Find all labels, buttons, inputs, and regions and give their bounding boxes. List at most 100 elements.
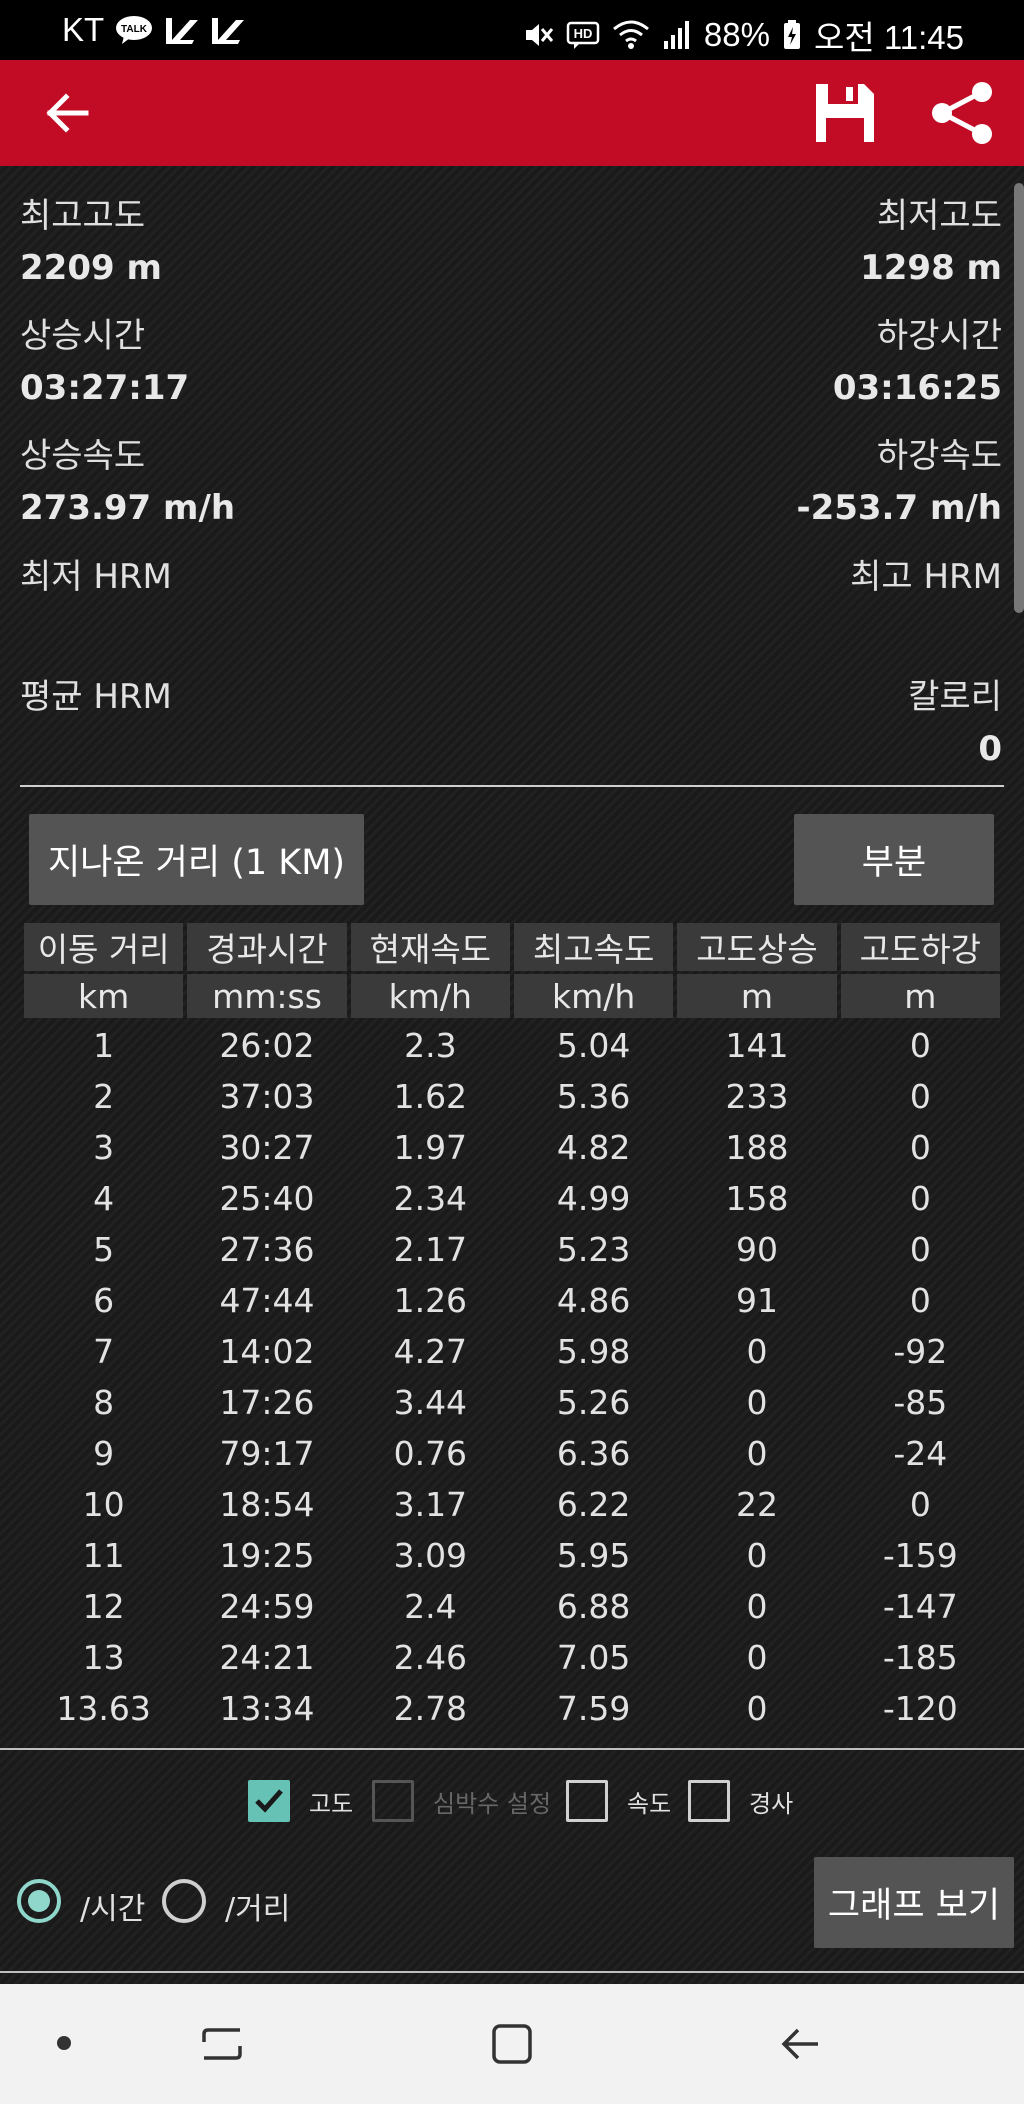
table-cell: 0 (746, 1637, 768, 1677)
table-cell: -159 (882, 1535, 958, 1575)
speed-checkbox-label: 속도 (627, 1790, 672, 1818)
nav-back-button[interactable] (776, 2020, 824, 2072)
avg-hrm-value (20, 723, 172, 775)
table-cell: 5 (93, 1229, 115, 1269)
divider (20, 785, 1004, 787)
table-cell: 1.97 (393, 1127, 468, 1167)
nav-dot-icon (57, 2036, 71, 2050)
table-row: 4 25:40 2.34 4.99 158 0 (24, 1174, 1000, 1222)
table-cell: 3.17 (393, 1484, 468, 1524)
table-cell: 1.26 (393, 1280, 468, 1320)
heart-rate-checkbox[interactable] (372, 1780, 414, 1822)
table-cell: 1.62 (393, 1076, 468, 1116)
table-cell: 91 (735, 1280, 778, 1320)
table-cell: 19:25 (219, 1535, 315, 1575)
table-cell: 6 (93, 1280, 115, 1320)
table-units-row: km mm:ss km/h km/h m m (24, 974, 1000, 1018)
table-cell: 13:34 (219, 1688, 315, 1728)
descent-time-label: 하강시간 (876, 316, 1002, 356)
table-cell: 12 (82, 1586, 125, 1626)
battery-charging-icon (782, 19, 802, 51)
home-button[interactable] (488, 2020, 536, 2072)
table-cell: 3 (93, 1127, 115, 1167)
descent-speed-value: -253.7 m/h (796, 488, 1002, 528)
table-cell: 90 (735, 1229, 778, 1269)
altitude-checkbox-label: 고도 (309, 1790, 354, 1818)
table-cell: 4.82 (556, 1127, 631, 1167)
table-cell: 5.36 (556, 1076, 631, 1116)
signal-icon (662, 19, 692, 51)
table-cell: 0 (746, 1586, 768, 1626)
table-cell: 13 (82, 1637, 125, 1677)
table-cell: 2.4 (404, 1586, 457, 1626)
min-altitude-stat: 최저고도 1298 m (860, 190, 1002, 294)
by-distance-radio-label: /거리 (225, 1892, 291, 1927)
table-cell: 4.99 (556, 1178, 631, 1218)
column-header: 고도상승 (677, 923, 837, 971)
column-header: 고도하강 (840, 923, 1000, 971)
floppy-disk-icon (816, 84, 874, 142)
table-row: 9 79:17 0.76 6.36 0 -24 (24, 1429, 1000, 1477)
column-header: 이동 거리 (24, 923, 184, 971)
table-cell: 6.22 (556, 1484, 631, 1524)
wifi-icon (612, 19, 650, 51)
descent-speed-stat: 하강속도 -253.7 m/h (796, 430, 1002, 534)
hd-voice-icon: HD (566, 20, 600, 50)
table-row: 12 24:59 2.4 6.88 0 -147 (24, 1582, 1000, 1630)
table-cell: 0 (909, 1484, 931, 1524)
table-cell: 7.59 (556, 1688, 631, 1728)
table-cell: 4.27 (393, 1331, 468, 1371)
table-cell: 37:03 (219, 1076, 315, 1116)
divider (0, 1748, 1024, 1750)
max-hrm-stat: 최고 HRM (850, 551, 1002, 655)
table-row: 11 19:25 3.09 5.95 0 -159 (24, 1531, 1000, 1579)
avg-hrm-stat: 평균 HRM (20, 671, 172, 775)
table-cell: 4 (93, 1178, 115, 1218)
by-time-radio[interactable] (17, 1879, 61, 1923)
save-button[interactable] (812, 80, 878, 146)
table-cell: 141 (725, 1025, 789, 1065)
max-altitude-stat: 최고고도 2209 m (20, 190, 162, 294)
table-cell: 10 (82, 1484, 125, 1524)
table-row: 8 17:26 3.44 5.26 0 -85 (24, 1378, 1000, 1426)
table-cell: 233 (725, 1076, 789, 1116)
slope-checkbox-label: 경사 (749, 1790, 794, 1818)
partial-button[interactable]: 부분 (794, 814, 994, 905)
by-distance-radio[interactable] (162, 1879, 206, 1923)
graph-options: 고도 심박수 설정 속도 경사 (0, 1780, 1024, 1824)
table-cell: 25:40 (219, 1178, 315, 1218)
table-cell: 2 (93, 1076, 115, 1116)
column-unit: mm:ss (187, 974, 347, 1018)
back-button[interactable] (40, 87, 96, 139)
table-cell: 3.09 (393, 1535, 468, 1575)
slope-checkbox[interactable] (688, 1780, 730, 1822)
distance-interval-button[interactable]: 지나온 거리 (1 KM) (29, 814, 364, 905)
app-bar (0, 60, 1024, 166)
view-graph-button[interactable]: 그래프 보기 (814, 1857, 1014, 1948)
calories-label: 칼로리 (908, 677, 1002, 717)
table-cell: 0 (746, 1331, 768, 1371)
notification-app-icon (164, 14, 200, 46)
share-button[interactable] (926, 80, 998, 146)
scrollbar[interactable] (1014, 183, 1024, 613)
checkmark-icon (255, 1789, 283, 1813)
system-nav-bar (0, 1984, 1024, 2104)
recent-apps-button[interactable] (198, 2020, 246, 2072)
battery-percent: 88% (703, 16, 770, 53)
table-cell: -92 (893, 1331, 948, 1371)
share-icon (932, 82, 992, 144)
table-cell: 5.98 (556, 1331, 631, 1371)
table-row: 1 26:02 2.3 5.04 141 0 (24, 1021, 1000, 1069)
table-cell: 6.88 (556, 1586, 631, 1626)
table-cell: 6.36 (556, 1433, 631, 1473)
divider (0, 1971, 1024, 1973)
table-cell: 158 (725, 1178, 789, 1218)
table-cell: 9 (93, 1433, 115, 1473)
max-altitude-value: 2209 m (20, 248, 162, 288)
table-cell: 4.86 (556, 1280, 631, 1320)
altitude-checkbox[interactable] (248, 1780, 290, 1822)
table-cell: 7 (93, 1331, 115, 1371)
speed-checkbox[interactable] (566, 1780, 608, 1822)
min-hrm-stat: 최저 HRM (20, 551, 172, 655)
table-cell: 2.17 (393, 1229, 468, 1269)
